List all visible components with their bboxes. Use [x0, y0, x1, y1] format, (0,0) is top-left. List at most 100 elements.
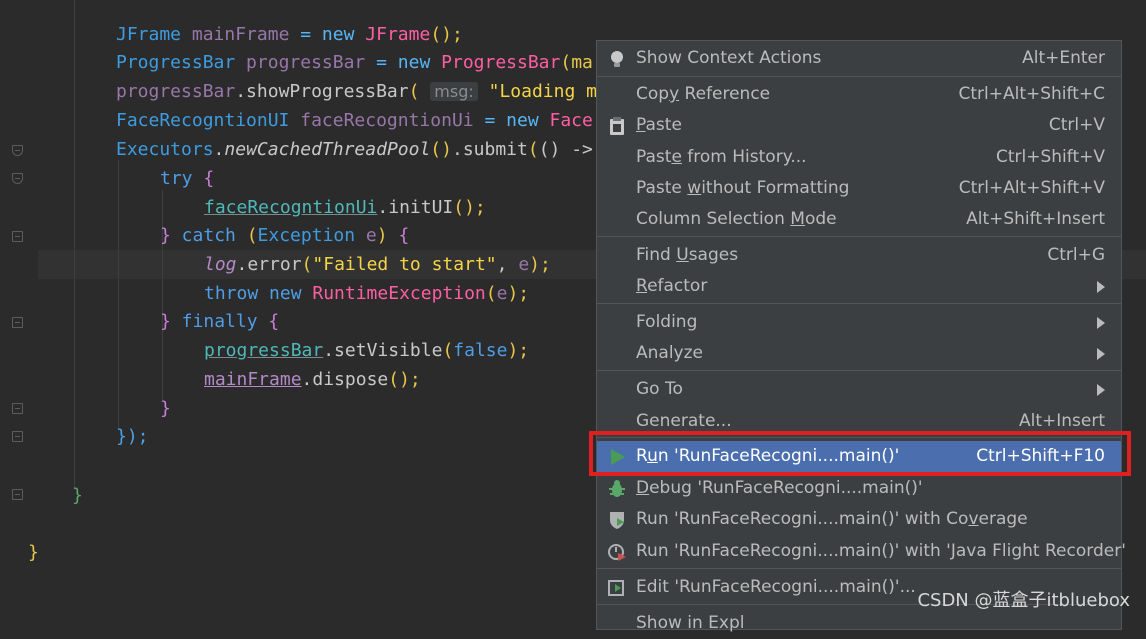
- indent-guide: [74, 0, 75, 490]
- code-line[interactable]: }: [160, 394, 171, 423]
- code-token: () ->: [538, 139, 593, 160]
- menu-item-go-to[interactable]: Go To: [597, 374, 1121, 405]
- debug-bug-icon: [609, 480, 625, 497]
- code-line[interactable]: progressBar.showProgressBar( msg: "Loadi…: [116, 77, 608, 106]
- code-token: try: [160, 168, 193, 189]
- code-line[interactable]: } catch (Exception e) {: [160, 221, 409, 250]
- coverage-shield-icon: [610, 512, 624, 529]
- code-token: catch: [170, 225, 247, 246]
- menu-item-shortcut: Ctrl+Shift+V: [995, 147, 1105, 167]
- code-token: .submit: [451, 139, 528, 160]
- code-token: faceRecogntionUi: [289, 110, 485, 131]
- menu-item-run-with-coverage[interactable]: Run 'RunFaceRecogni....main()' with Cove…: [597, 504, 1121, 535]
- code-token: newCachedThreadPool: [224, 139, 431, 160]
- menu-item-find-usages[interactable]: Find Usages Ctrl+G: [597, 240, 1121, 271]
- edit-config-icon: [608, 580, 624, 596]
- code-token: new: [311, 24, 366, 45]
- fold-marker-icon[interactable]: [12, 403, 23, 414]
- code-line[interactable]: } finally {: [160, 307, 279, 336]
- code-token: progressBar: [204, 340, 324, 361]
- code-line[interactable]: try {: [160, 164, 214, 193]
- code-line[interactable]: mainFrame.dispose();: [204, 365, 421, 394]
- code-token: =: [376, 52, 387, 73]
- menu-separator: [597, 370, 1121, 371]
- menu-item-copy-reference[interactable]: Copy Reference Ctrl+Alt+Shift+C: [597, 79, 1121, 110]
- fold-marker-icon[interactable]: [12, 173, 23, 184]
- code-token: FaceRecogntionUI: [116, 110, 290, 131]
- menu-item-label: Folding: [636, 312, 698, 332]
- menu-item-label: Debug 'RunFaceRecogni....main()': [636, 478, 923, 498]
- code-token: }: [72, 485, 83, 506]
- flight-recorder-icon: [608, 544, 626, 561]
- menu-separator: [597, 568, 1121, 569]
- fold-marker-icon[interactable]: [12, 431, 23, 442]
- code-token: (: [246, 225, 258, 246]
- menu-item-label: Show in Expl: [636, 613, 745, 633]
- code-line[interactable]: ProgressBar progressBar = new ProgressBa…: [116, 48, 593, 77]
- fold-marker-icon[interactable]: [12, 145, 23, 156]
- menu-item-show-in-explorer[interactable]: Show in Expl: [597, 608, 1121, 639]
- menu-item-show-context-actions[interactable]: Show Context Actions Alt+Enter: [597, 43, 1121, 74]
- menu-item-shortcut: Ctrl+Alt+Shift+V: [958, 178, 1105, 198]
- code-line[interactable]: FaceRecogntionUI faceRecogntionUi = new …: [116, 106, 593, 135]
- code-token: mainFrame: [204, 369, 302, 390]
- code-token: .setVisible: [323, 340, 443, 361]
- submenu-arrow-icon: [1097, 317, 1105, 329]
- fold-marker-icon[interactable]: [12, 317, 23, 328]
- code-line[interactable]: throw new RuntimeException(e);: [204, 279, 529, 308]
- menu-item-debug[interactable]: Debug 'RunFaceRecogni....main()': [597, 473, 1121, 504]
- code-line[interactable]: progressBar.setVisible(false);: [204, 336, 529, 365]
- code-token: }: [160, 398, 171, 419]
- menu-item-label: Run 'RunFaceRecogni....main()' with 'Jav…: [636, 541, 1126, 561]
- submenu-arrow-icon: [1097, 281, 1105, 293]
- code-line[interactable]: JFrame mainFrame = new JFrame();: [116, 20, 463, 49]
- menu-item-shortcut: Alt+Enter: [1022, 48, 1105, 68]
- code-token: msg:: [430, 82, 478, 101]
- code-line[interactable]: log.error("Failed to start", e);: [204, 250, 551, 279]
- code-line[interactable]: }: [28, 538, 39, 567]
- menu-item-paste[interactable]: Paste Ctrl+V: [597, 110, 1121, 141]
- menu-item-label: Run 'RunFaceRecogni....main()' with Cove…: [636, 509, 1028, 529]
- code-token: Executors: [116, 139, 214, 160]
- indent-guide: [118, 160, 119, 430]
- code-token: {: [398, 225, 410, 246]
- code-token: );: [507, 340, 530, 361]
- code-token: progressBar: [235, 52, 377, 73]
- code-token: throw: [204, 283, 259, 304]
- menu-item-column-selection-mode[interactable]: Column Selection Mode Alt+Shift+Insert: [597, 204, 1121, 235]
- code-token: (): [430, 139, 452, 160]
- menu-item-label: Go To: [636, 379, 683, 399]
- menu-item-label: Edit 'RunFaceRecogni....main()'...: [636, 577, 916, 597]
- code-line[interactable]: });: [116, 422, 149, 451]
- code-line[interactable]: Executors.newCachedThreadPool().submit((…: [116, 135, 593, 164]
- menu-item-refactor[interactable]: Refactor: [597, 271, 1121, 302]
- code-line[interactable]: }: [72, 481, 83, 510]
- code-token: e: [355, 225, 377, 246]
- menu-item-label: Analyze: [636, 343, 703, 363]
- code-line[interactable]: faceRecogntionUi.initUI();: [204, 193, 486, 222]
- code-token: e: [518, 254, 530, 275]
- code-token: faceRecogntionUi: [204, 197, 378, 218]
- menu-item-shortcut: Ctrl+V: [1048, 115, 1105, 135]
- menu-separator: [597, 76, 1121, 77]
- code-token: mainFrame: [181, 24, 301, 45]
- code-token: }: [160, 311, 171, 332]
- menu-item-label: Find Usages: [636, 245, 739, 265]
- code-token: new: [386, 52, 442, 73]
- menu-item-analyze[interactable]: Analyze: [597, 338, 1121, 369]
- menu-item-paste-from-history[interactable]: Paste from History... Ctrl+Shift+V: [597, 142, 1121, 173]
- code-token: new: [495, 110, 550, 131]
- code-token: JFrame: [365, 24, 431, 45]
- code-token: ();: [430, 24, 463, 45]
- menu-item-shortcut: Alt+Insert: [1018, 411, 1105, 431]
- fold-marker-icon[interactable]: [12, 231, 23, 242]
- menu-item-run-flight-recorder[interactable]: Run 'RunFaceRecogni....main()' with 'Jav…: [597, 536, 1126, 567]
- fold-marker-icon[interactable]: [12, 489, 23, 500]
- code-token: );: [507, 283, 530, 304]
- menu-item-label: Paste from History...: [636, 147, 807, 167]
- code-token: .: [213, 139, 225, 160]
- code-token: .initUI: [377, 197, 454, 218]
- menu-item-folding[interactable]: Folding: [597, 307, 1121, 338]
- menu-item-paste-without-formatting[interactable]: Paste without Formatting Ctrl+Alt+Shift+…: [597, 173, 1121, 204]
- code-token: JFrame: [116, 24, 182, 45]
